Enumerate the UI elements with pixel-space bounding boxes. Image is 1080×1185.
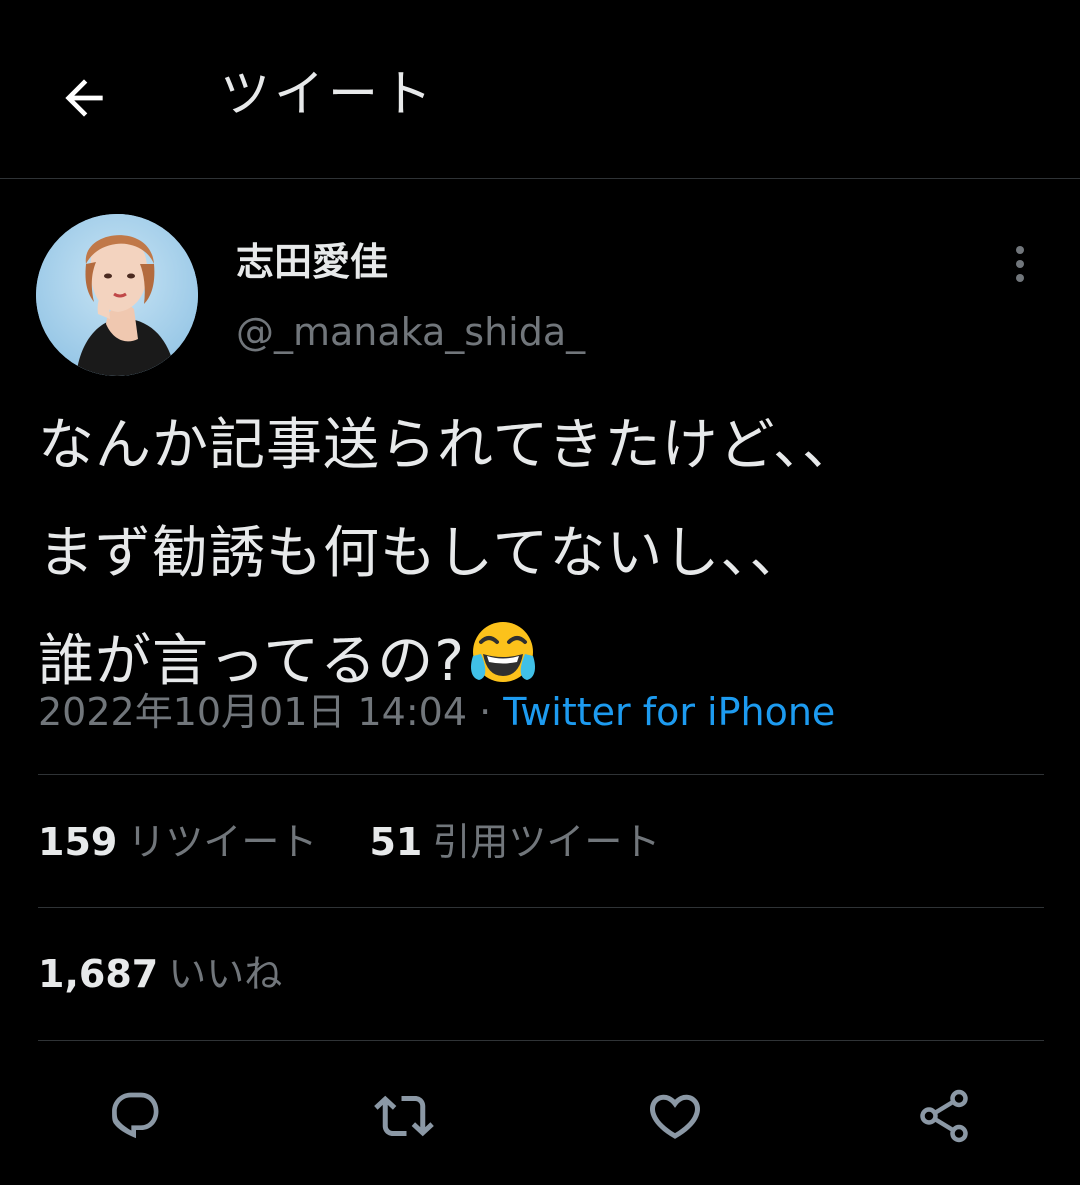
arrow-left-icon (65, 79, 103, 117)
quote-count: 51 (369, 820, 423, 864)
retweets-stat[interactable]: 159 リツイート (38, 816, 317, 868)
tweet-text-line: なんか記事送られてきたけど、、 (38, 413, 859, 478)
more-options-icon (1016, 246, 1024, 254)
meta-separator: · (467, 690, 504, 734)
tweet-text: なんか記事送られてきたけど、、 まず勧誘も何もしてないし、、 誰が言ってるの? (38, 392, 1048, 724)
reply-icon (112, 1092, 159, 1139)
divider (38, 907, 1044, 908)
retweet-quote-stats: 159 リツイート 51 引用ツイート (38, 816, 660, 868)
share-button[interactable] (912, 1084, 976, 1148)
retweet-button[interactable] (372, 1084, 436, 1148)
tweet-source-link[interactable]: Twitter for iPhone (503, 690, 835, 734)
author-avatar[interactable] (36, 214, 198, 376)
author-handle[interactable]: @_manaka_shida_ (236, 306, 585, 358)
like-heart-icon (649, 1094, 701, 1139)
likes-stat[interactable]: 1,687 いいね (38, 948, 282, 1000)
more-options-dot (1016, 274, 1024, 282)
tweet-timestamp[interactable]: 2022年10月01日 14:04 (38, 690, 467, 734)
divider (38, 774, 1044, 775)
tweet-text-line: まず勧誘も何もしてないし、、 (38, 521, 807, 586)
quotes-stat[interactable]: 51 引用ツイート (369, 816, 660, 868)
retweet-icon (374, 1095, 434, 1137)
divider (38, 1040, 1044, 1041)
like-count: 1,687 (38, 952, 159, 996)
avatar-photo (36, 214, 198, 376)
likes-stats: 1,687 いいね (38, 948, 282, 1000)
back-button[interactable] (52, 66, 116, 130)
retweet-label: リツイート (127, 820, 318, 864)
like-button[interactable] (643, 1084, 707, 1148)
like-label: いいね (168, 952, 283, 996)
tweet-meta: 2022年10月01日 14:04 · Twitter for iPhone (38, 686, 835, 738)
more-options-dot (1016, 260, 1024, 268)
retweet-count: 159 (38, 820, 118, 864)
author-name[interactable]: 志田愛佳 (236, 236, 388, 288)
tweet-action-bar (0, 1070, 1080, 1160)
tweet-text-line-content: 誰が言ってるの? (38, 629, 465, 694)
page-title: ツイート (220, 65, 436, 123)
top-bar: ツイート (0, 0, 1080, 179)
more-options-button[interactable] (1000, 236, 1040, 292)
reply-button[interactable] (104, 1084, 168, 1148)
quote-label: 引用ツイート (432, 820, 661, 864)
share-icon (920, 1089, 968, 1143)
